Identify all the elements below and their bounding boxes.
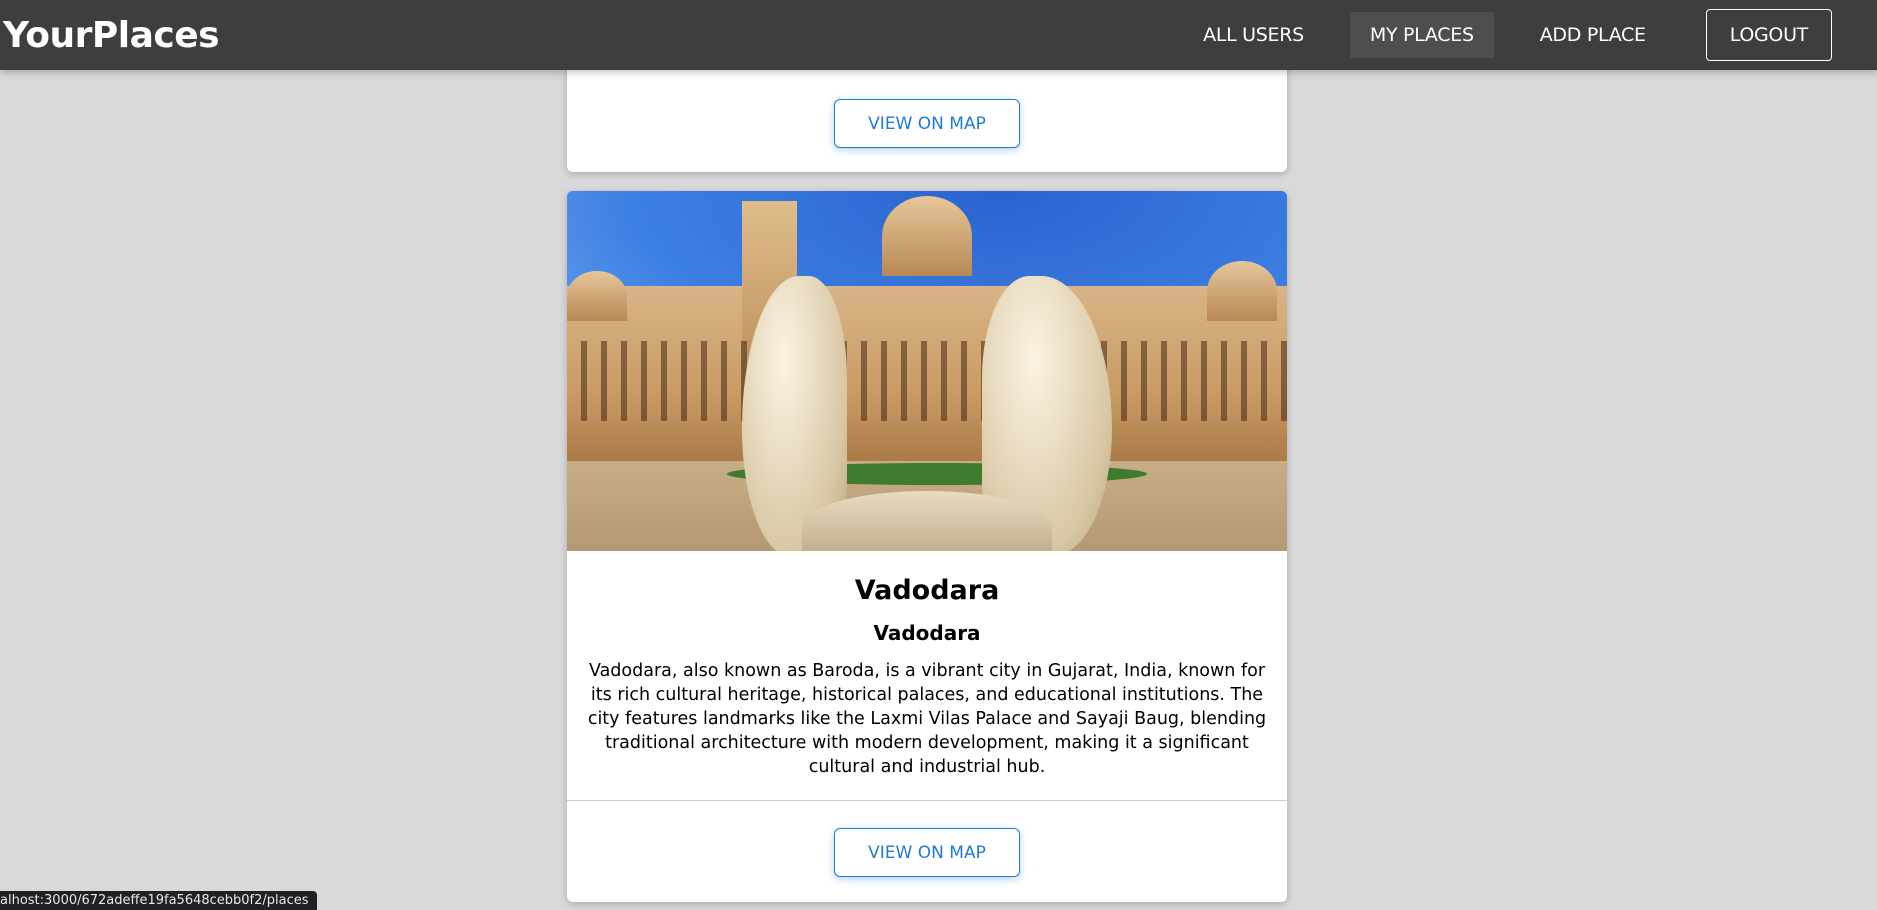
nav-add-place[interactable]: ADD PLACE xyxy=(1520,12,1666,58)
image-windows xyxy=(567,341,1287,421)
place-address: Vadodara xyxy=(873,621,981,645)
brand-logo[interactable]: YourPlaces xyxy=(0,15,220,56)
card-divider xyxy=(567,800,1287,801)
place-image xyxy=(567,191,1287,551)
status-bar-url: alhost:3000/672adeffe19fa5648cebb0f2/pla… xyxy=(0,891,317,910)
image-dome xyxy=(567,271,627,321)
main-header: YourPlaces ALL USERS MY PLACES ADD PLACE… xyxy=(0,0,1877,70)
logout-button[interactable]: LOGOUT xyxy=(1705,9,1832,61)
nav-all-users[interactable]: ALL USERS xyxy=(1183,12,1324,58)
main-navigation: ALL USERS MY PLACES ADD PLACE LOGOUT xyxy=(1157,0,1877,70)
place-description: Vadodara, also known as Baroda, is a vib… xyxy=(587,661,1267,777)
image-dome xyxy=(1207,261,1277,321)
image-dome xyxy=(882,196,972,276)
place-info: Vadodara Vadodara Vadodara, also known a… xyxy=(567,551,1287,779)
place-card: Vadodara Vadodara Vadodara, also known a… xyxy=(567,191,1287,902)
view-on-map-button[interactable]: VIEW ON MAP xyxy=(834,828,1020,877)
place-title: Vadodara xyxy=(854,575,1000,606)
view-on-map-button[interactable]: VIEW ON MAP xyxy=(834,99,1020,148)
nav-my-places[interactable]: MY PLACES xyxy=(1349,12,1494,58)
